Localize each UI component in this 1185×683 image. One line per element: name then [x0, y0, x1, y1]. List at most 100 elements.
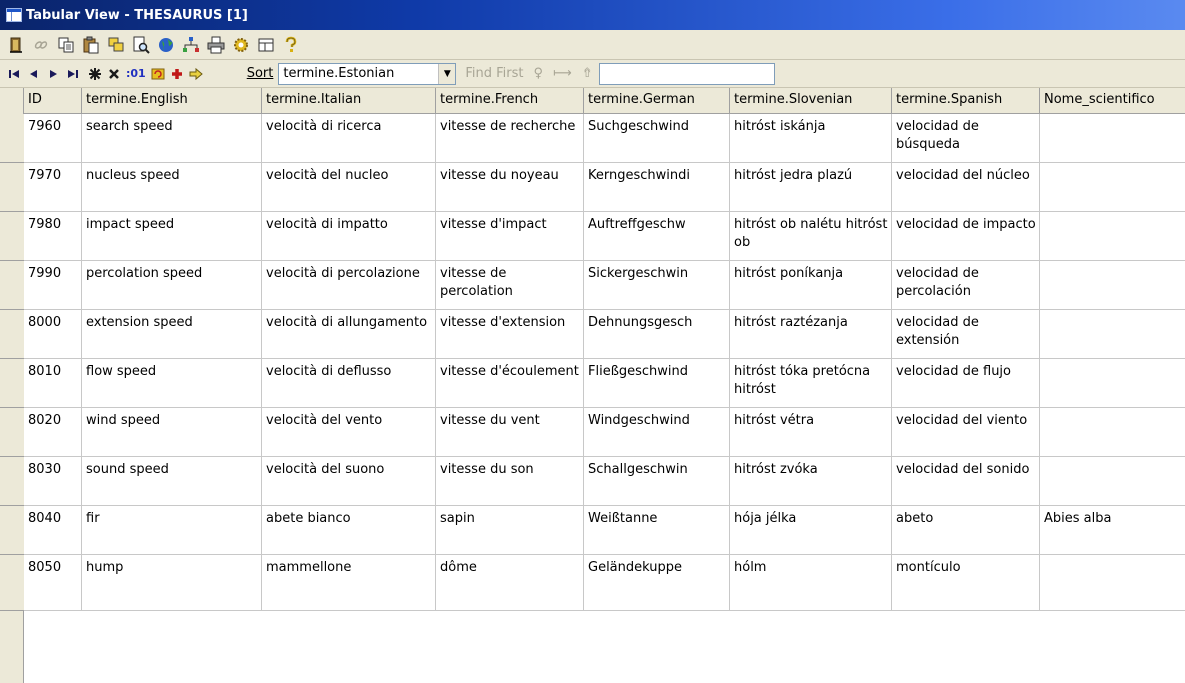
table-cell[interactable]: 7980 [24, 212, 82, 261]
table-cell[interactable]: sapin [436, 506, 584, 555]
exit-icon[interactable] [4, 33, 28, 57]
table-cell[interactable]: impact speed [82, 212, 262, 261]
column-header[interactable]: termine.Italian [262, 88, 436, 114]
table-cell[interactable]: Dehnungsgesch [584, 310, 730, 359]
table-cell[interactable]: vitesse du son [436, 457, 584, 506]
row-selector[interactable] [0, 506, 24, 555]
print-preview-icon[interactable] [129, 33, 153, 57]
table-cell[interactable]: velocidad de búsqueda [892, 114, 1040, 163]
table-cell[interactable]: extension speed [82, 310, 262, 359]
find-input[interactable] [598, 62, 775, 85]
table-cell[interactable]: sound speed [82, 457, 262, 506]
refresh-icon[interactable] [150, 64, 167, 84]
duplicate-icon[interactable] [104, 33, 128, 57]
table-cell[interactable]: Sickergeschwin [584, 261, 730, 310]
table-cell[interactable]: Auftreffgeschw [584, 212, 730, 261]
previous-record-icon[interactable] [25, 64, 42, 84]
column-header[interactable]: ID [24, 88, 82, 114]
table-cell[interactable]: 8020 [24, 408, 82, 457]
new-record-icon[interactable] [86, 64, 103, 84]
table-cell[interactable]: Geländekuppe [584, 555, 730, 611]
table-cell[interactable]: velocidad del viento [892, 408, 1040, 457]
table-cell[interactable]: 7960 [24, 114, 82, 163]
table-cell[interactable]: velocità di allungamento [262, 310, 436, 359]
table-cell[interactable] [1040, 408, 1185, 457]
table-cell[interactable] [1040, 163, 1185, 212]
table-cell[interactable]: hólm [730, 555, 892, 611]
table-cell[interactable]: hitróst ob nalétu hitróst ob [730, 212, 892, 261]
table-cell[interactable]: vitesse du vent [436, 408, 584, 457]
table-cell[interactable] [1040, 261, 1185, 310]
table-cell[interactable]: hitróst poníkanja [730, 261, 892, 310]
row-selector[interactable] [0, 457, 24, 506]
table-cell[interactable]: velocidad de impacto [892, 212, 1040, 261]
table-cell[interactable]: vitesse du noyeau [436, 163, 584, 212]
row-selector[interactable] [0, 212, 24, 261]
table-cell[interactable]: velocidad de extensión [892, 310, 1040, 359]
first-record-icon[interactable] [6, 64, 23, 84]
table-cell[interactable]: hitróst zvóka [730, 457, 892, 506]
table-cell[interactable]: hitróst vétra [730, 408, 892, 457]
table-cell[interactable]: vitesse d'impact [436, 212, 584, 261]
help-icon[interactable] [279, 33, 303, 57]
paste-icon[interactable] [79, 33, 103, 57]
row-selector[interactable] [0, 555, 24, 611]
column-header[interactable]: termine.German [584, 88, 730, 114]
table-cell[interactable] [1040, 359, 1185, 408]
copy-icon[interactable] [54, 33, 78, 57]
table-cell[interactable]: velocidad del sonido [892, 457, 1040, 506]
table-cell[interactable]: velocidad del núcleo [892, 163, 1040, 212]
table-cell[interactable]: nucleus speed [82, 163, 262, 212]
table-cell[interactable]: search speed [82, 114, 262, 163]
table-cell[interactable]: Schallgeschwin [584, 457, 730, 506]
table-cell[interactable] [1040, 212, 1185, 261]
network-icon[interactable] [179, 33, 203, 57]
table-cell[interactable]: Kerngeschwindi [584, 163, 730, 212]
delete-record-icon[interactable] [105, 64, 122, 84]
table-cell[interactable]: percolation speed [82, 261, 262, 310]
table-cell[interactable] [1040, 555, 1185, 611]
table-cell[interactable]: 8040 [24, 506, 82, 555]
add-icon[interactable] [169, 64, 186, 84]
settings-icon[interactable] [229, 33, 253, 57]
table-cell[interactable]: hitróst tóka pretócna hitróst [730, 359, 892, 408]
table-cell[interactable]: velocità di impatto [262, 212, 436, 261]
table-cell[interactable]: velocidad de flujo [892, 359, 1040, 408]
table-cell[interactable]: vitesse d'extension [436, 310, 584, 359]
table-cell[interactable]: velocità del vento [262, 408, 436, 457]
go-arrow-icon[interactable] [188, 64, 205, 84]
table-cell[interactable]: Suchgeschwind [584, 114, 730, 163]
column-header[interactable]: Nome_scientifico [1040, 88, 1185, 114]
table-cell[interactable]: wind speed [82, 408, 262, 457]
table-cell[interactable] [1040, 457, 1185, 506]
table-cell[interactable]: Windgeschwind [584, 408, 730, 457]
table-cell[interactable]: vitesse d'écoulement [436, 359, 584, 408]
table-cell[interactable]: 8050 [24, 555, 82, 611]
table-cell[interactable]: velocità di percolazione [262, 261, 436, 310]
table-cell[interactable]: Weißtanne [584, 506, 730, 555]
filter-icon[interactable]: ⇮ [582, 66, 593, 81]
table-cell[interactable]: abete bianco [262, 506, 436, 555]
record-counter[interactable]: :01 [124, 64, 148, 84]
find-first-button[interactable]: Find First [465, 66, 523, 81]
print-icon[interactable] [204, 33, 228, 57]
table-cell[interactable]: velocità del nucleo [262, 163, 436, 212]
table-cell[interactable]: 7970 [24, 163, 82, 212]
next-record-icon[interactable] [44, 64, 61, 84]
sort-dropdown[interactable]: termine.Estonian ▼ [278, 62, 457, 85]
table-cell[interactable]: velocità del suono [262, 457, 436, 506]
table-cell[interactable]: hitróst raztézanja [730, 310, 892, 359]
table-cell[interactable]: velocità di ricerca [262, 114, 436, 163]
table-cell[interactable]: Abies alba [1040, 506, 1185, 555]
table-cell[interactable]: 8010 [24, 359, 82, 408]
table-cell[interactable]: fir [82, 506, 262, 555]
table-cell[interactable]: Fließgeschwind [584, 359, 730, 408]
row-selector[interactable] [0, 310, 24, 359]
table-cell[interactable] [1040, 114, 1185, 163]
column-header[interactable]: termine.Slovenian [730, 88, 892, 114]
row-selector[interactable] [0, 163, 24, 212]
last-record-icon[interactable] [63, 64, 80, 84]
table-cell[interactable]: vitesse de percolation [436, 261, 584, 310]
row-selector[interactable] [0, 359, 24, 408]
table-cell[interactable]: velocità di deflusso [262, 359, 436, 408]
